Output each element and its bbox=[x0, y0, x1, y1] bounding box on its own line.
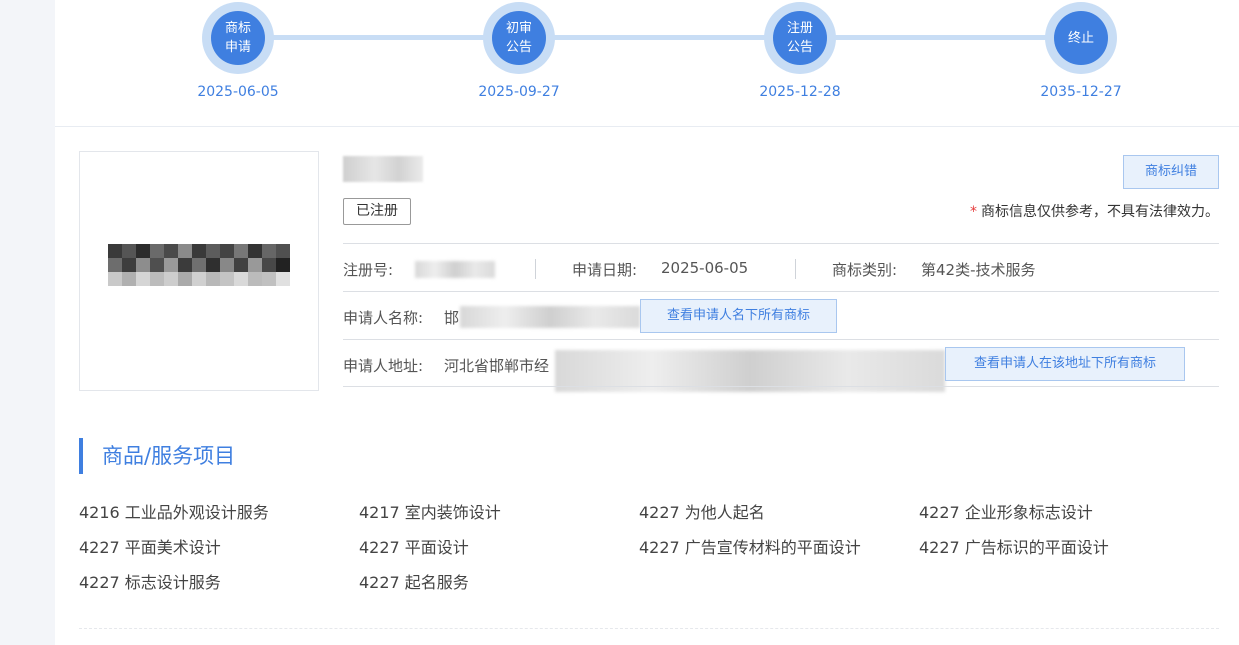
applicant-name-redacted bbox=[460, 306, 640, 328]
timeline-step-registration: 注册 公告 2025-12-28 bbox=[740, 0, 860, 100]
goods-section-title: 商品/服务项目 bbox=[79, 438, 235, 474]
address-prefix: 河北省邯郸市经 bbox=[444, 357, 550, 375]
goods-item: 4227 广告标识的平面设计 bbox=[919, 538, 1109, 557]
divider bbox=[343, 386, 1219, 387]
divider bbox=[535, 259, 536, 279]
step-badge: 商标 申请 bbox=[211, 11, 265, 65]
divider bbox=[79, 628, 1219, 629]
goods-item: 4227 平面美术设计 bbox=[79, 538, 221, 557]
trademark-name-redacted bbox=[343, 156, 423, 182]
goods-list: 4216 工业品外观设计服务 4217 室内装饰设计 4227 为他人起名 42… bbox=[79, 502, 1219, 594]
divider bbox=[343, 291, 1219, 292]
goods-item: 4216 工业品外观设计服务 bbox=[79, 503, 269, 522]
divider bbox=[795, 259, 796, 279]
trademark-detail-panel: 商标 申请 2025-06-05 初审 公告 2025-09-27 注册 公告 … bbox=[55, 0, 1239, 645]
applicant-prefix: 邯 bbox=[444, 309, 460, 327]
step-badge: 初审 公告 bbox=[492, 11, 546, 65]
view-address-trademarks-button[interactable]: 查看申请人在该地址下所有商标 bbox=[945, 347, 1185, 381]
step-date: 2035-12-27 bbox=[1040, 84, 1122, 100]
step-badge: 注册 公告 bbox=[773, 11, 827, 65]
view-applicant-trademarks-button[interactable]: 查看申请人名下所有商标 bbox=[640, 299, 837, 333]
divider bbox=[343, 339, 1219, 340]
class-label: 商标类别: bbox=[832, 261, 898, 279]
timeline-step-preliminary: 初审 公告 2025-09-27 bbox=[459, 0, 579, 100]
address-label: 申请人地址: bbox=[343, 357, 424, 375]
step-badge: 终止 bbox=[1054, 11, 1108, 65]
goods-item: 4227 为他人起名 bbox=[639, 503, 765, 522]
apply-date-label: 申请日期: bbox=[572, 261, 638, 279]
timeline-track bbox=[238, 35, 1080, 40]
divider bbox=[343, 243, 1219, 244]
goods-item: 4227 广告宣传材料的平面设计 bbox=[639, 538, 861, 557]
pixelated-logo bbox=[108, 244, 290, 258]
disclaimer-notice: * 商标信息仅供参考，不具有法律效力。 bbox=[970, 201, 1219, 221]
goods-item: 4227 平面设计 bbox=[359, 538, 469, 557]
timeline-step-termination: 终止 2035-12-27 bbox=[1021, 0, 1141, 100]
applicant-label: 申请人名称: bbox=[343, 309, 424, 327]
goods-item: 4227 企业形象标志设计 bbox=[919, 503, 1093, 522]
disclaimer-text: 商标信息仅供参考，不具有法律效力。 bbox=[981, 204, 1219, 220]
status-timeline: 商标 申请 2025-06-05 初审 公告 2025-09-27 注册 公告 … bbox=[55, 0, 1239, 127]
class-value: 第42类-技术服务 bbox=[921, 261, 1036, 279]
required-star-icon: * bbox=[970, 204, 977, 220]
goods-item: 4227 标志设计服务 bbox=[79, 573, 221, 592]
status-badge: 已注册 bbox=[343, 198, 411, 225]
reg-number-label: 注册号: bbox=[343, 261, 394, 279]
step-date: 2025-09-27 bbox=[478, 84, 560, 100]
step-date: 2025-06-05 bbox=[197, 84, 279, 100]
apply-date-value: 2025-06-05 bbox=[661, 259, 749, 277]
trademark-correction-button[interactable]: 商标纠错 bbox=[1123, 155, 1219, 189]
step-date: 2025-12-28 bbox=[759, 84, 841, 100]
trademark-image bbox=[79, 151, 319, 391]
reg-number-redacted bbox=[415, 261, 495, 278]
goods-item: 4227 起名服务 bbox=[359, 573, 469, 592]
goods-item: 4217 室内装饰设计 bbox=[359, 503, 501, 522]
timeline-step-application: 商标 申请 2025-06-05 bbox=[178, 0, 298, 100]
